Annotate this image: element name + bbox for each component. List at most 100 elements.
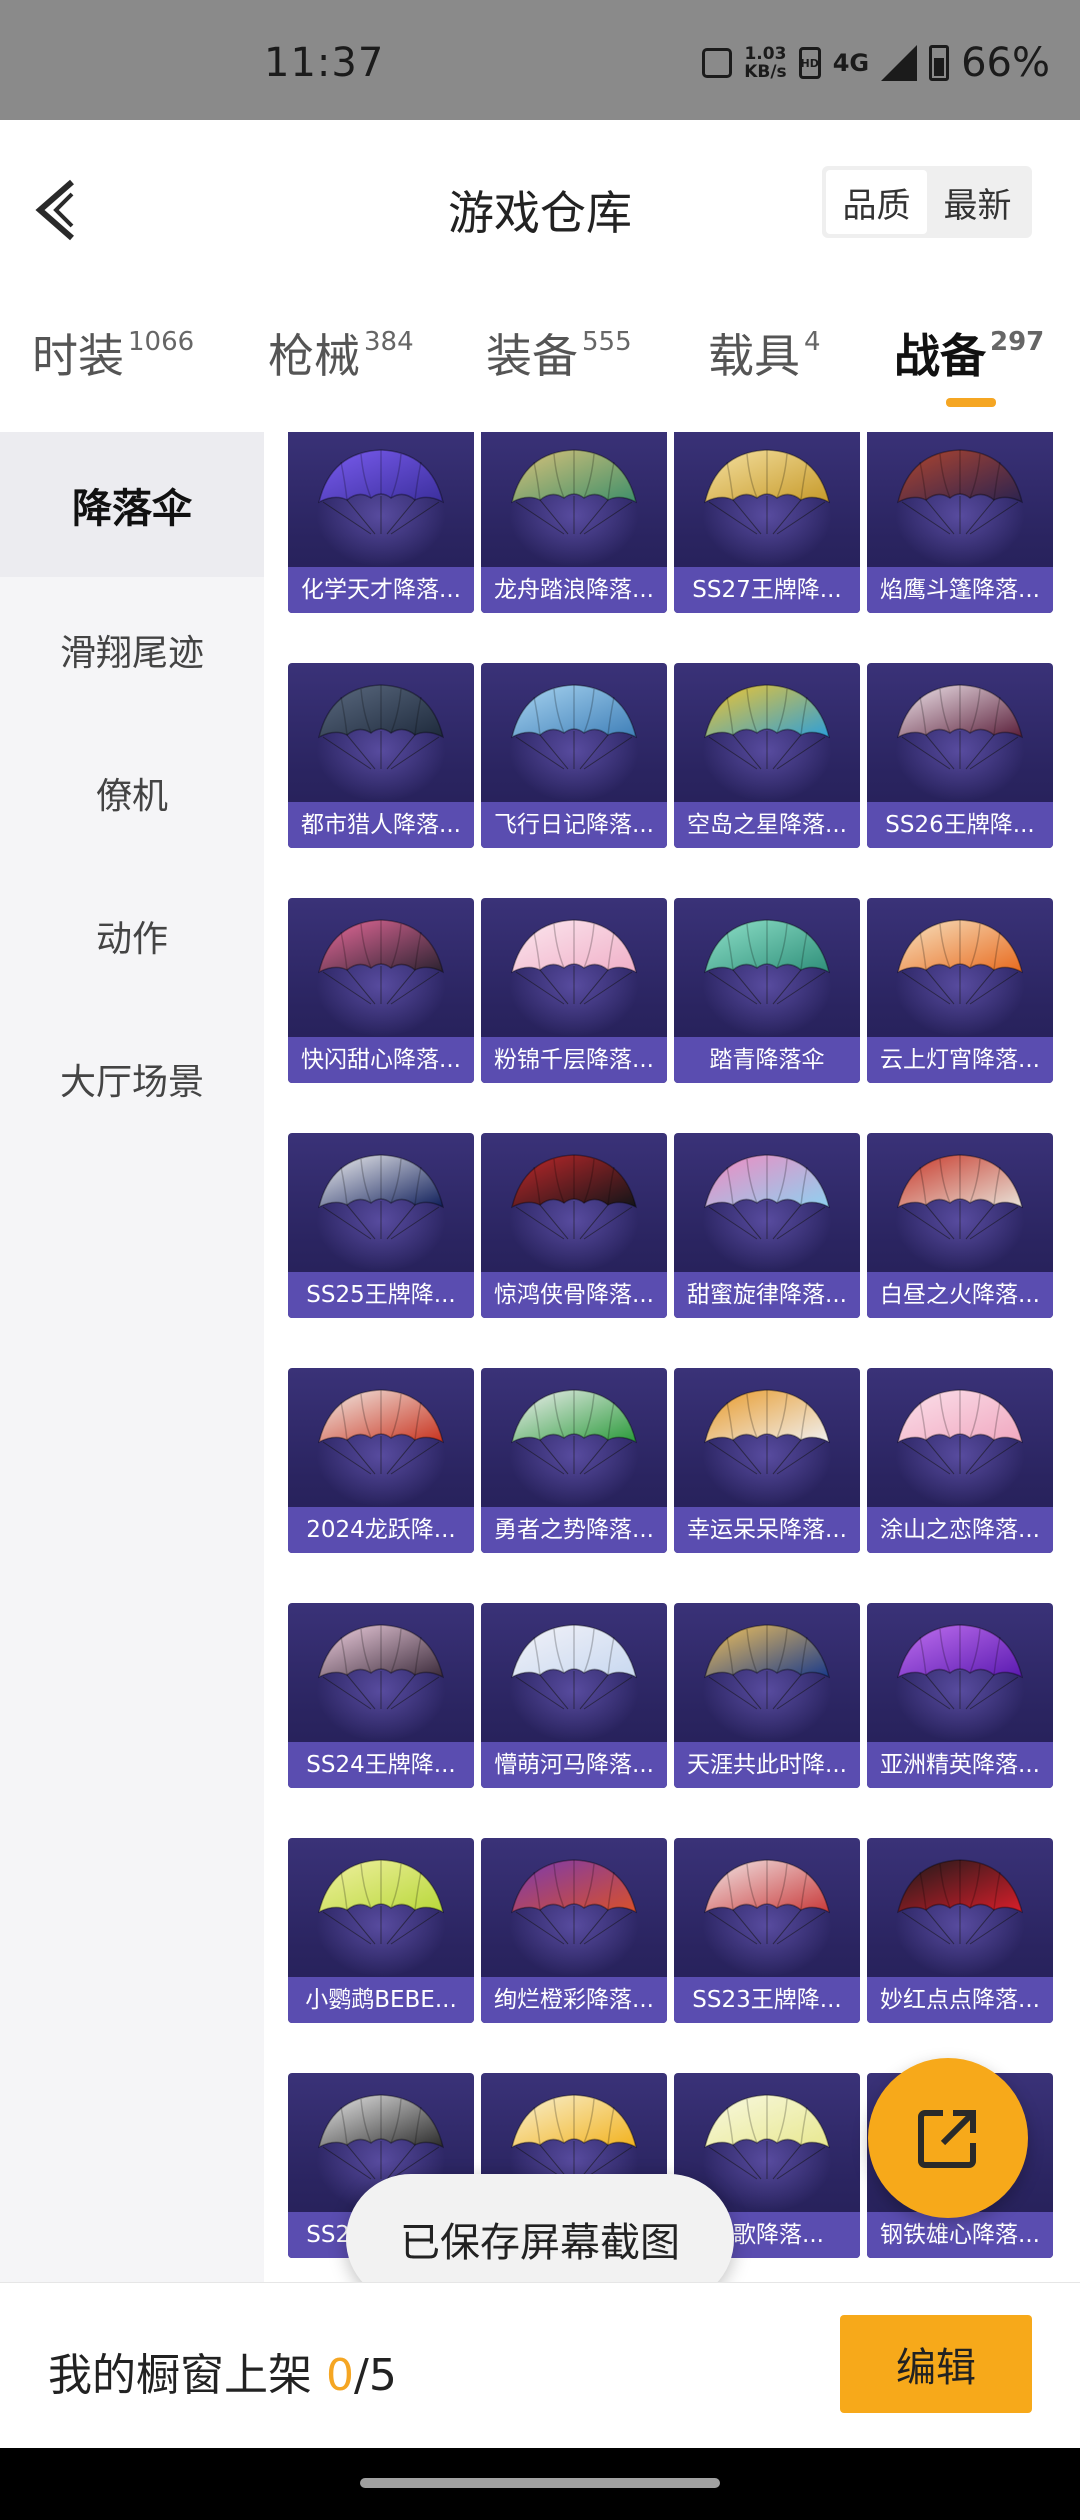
item-label: SS23王牌降... [674, 1977, 860, 2023]
item-card[interactable]: 飞行日记降落... [481, 663, 667, 848]
item-card[interactable]: 都市猎人降落... [288, 663, 474, 848]
item-label: 白昼之火降落... [867, 1272, 1053, 1318]
tab-count: 4 [804, 327, 821, 357]
tab-label: 装备 [486, 329, 578, 383]
item-label: 懵萌河马降落... [481, 1742, 667, 1788]
item-label: 龙舟踏浪降落... [481, 567, 667, 613]
item-label: 亚洲精英降落... [867, 1742, 1053, 1788]
tab-equipment[interactable]: 装备 555 [486, 320, 632, 386]
category-tabs: 时装 1066 枪械 384 装备 555 载具 4 战备 297 [0, 290, 1080, 430]
parachute-icon [510, 449, 638, 535]
net-speed: 1.03 KB/s [744, 45, 786, 81]
item-label: SS25王牌降... [288, 1272, 474, 1318]
sidebar-item-glide-trail[interactable]: 滑翔尾迹 [0, 577, 264, 722]
item-card[interactable]: 妙红点点降落... [867, 1838, 1053, 2023]
item-card[interactable]: SS27王牌降... [674, 432, 860, 613]
sidebar-item-lobby-scene[interactable]: 大厅场景 [0, 1006, 264, 1151]
item-card[interactable]: 勇者之势降落... [481, 1368, 667, 1553]
parachute-icon [510, 919, 638, 1005]
showcase-separator: / [354, 2350, 369, 2401]
item-card[interactable]: 白昼之火降落... [867, 1133, 1053, 1318]
item-label: 粉锦千层降落... [481, 1037, 667, 1083]
system-nav-bar [0, 2448, 1080, 2520]
showcase-max-count: 5 [368, 2350, 397, 2401]
item-label: 飞行日记降落... [481, 802, 667, 848]
item-card[interactable]: 化学天才降落... [288, 432, 474, 613]
item-card[interactable]: 小鹦鹉BEBE... [288, 1838, 474, 2023]
item-card[interactable]: 涂山之恋降落... [867, 1368, 1053, 1553]
parachute-icon [317, 1389, 445, 1475]
parachute-icon [896, 1389, 1024, 1475]
sort-option-newest[interactable]: 最新 [927, 170, 1028, 234]
item-card[interactable]: SS24王牌降... [288, 1603, 474, 1788]
parachute-icon [317, 919, 445, 1005]
parachute-icon [510, 1624, 638, 1710]
signal-icon [881, 45, 918, 81]
item-card[interactable]: 云上灯宵降落... [867, 898, 1053, 1083]
item-label: 妙红点点降落... [867, 1977, 1053, 2023]
tab-fashion[interactable]: 时装 1066 [32, 320, 194, 386]
item-label: 惊鸿侠骨降落... [481, 1272, 667, 1318]
item-card[interactable]: 空岛之星降落... [674, 663, 860, 848]
parachute-icon [317, 449, 445, 535]
status-icons: 1.03 KB/s HD 4G 66% [702, 40, 1050, 86]
item-label: 云上灯宵降落... [867, 1037, 1053, 1083]
home-gesture-handle[interactable] [360, 2478, 720, 2488]
item-card[interactable]: 踏青降落伞 [674, 898, 860, 1083]
sidebar-item-wingman[interactable]: 僚机 [0, 720, 264, 865]
item-card[interactable]: SS25王牌降... [288, 1133, 474, 1318]
parachute-icon [317, 684, 445, 770]
item-label: 小鹦鹉BEBE... [288, 1977, 474, 2023]
showcase-current-count: 0 [326, 2350, 354, 2401]
parachute-icon [896, 1624, 1024, 1710]
parachute-icon [317, 1624, 445, 1710]
parachute-icon [703, 919, 831, 1005]
item-card[interactable]: 龙舟踏浪降落... [481, 432, 667, 613]
parachute-icon [510, 1389, 638, 1475]
tab-label: 战备 [894, 329, 986, 383]
item-label: 涂山之恋降落... [867, 1507, 1053, 1553]
parachute-icon [510, 1859, 638, 1945]
item-card[interactable]: 绚烂橙彩降落... [481, 1838, 667, 2023]
showcase-status: 我的橱窗上架 0/5 [48, 2339, 397, 2403]
item-card[interactable]: 2024龙跃降... [288, 1368, 474, 1553]
item-card[interactable]: 甜蜜旋律降落... [674, 1133, 860, 1318]
sidebar-item-emote[interactable]: 动作 [0, 863, 264, 1008]
sidebar-item-parachute[interactable]: 降落伞 [0, 432, 264, 577]
parachute-icon [896, 684, 1024, 770]
item-card[interactable]: 粉锦千层降落... [481, 898, 667, 1083]
sort-option-quality[interactable]: 品质 [826, 170, 927, 234]
bottom-bar: 我的橱窗上架 0/5 编辑 [0, 2282, 1080, 2448]
tab-count: 555 [582, 327, 632, 357]
item-card[interactable]: 快闪甜心降落... [288, 898, 474, 1083]
battery-icon [929, 45, 950, 81]
item-label: SS24王牌降... [288, 1742, 474, 1788]
item-label: 幸运呆呆降落... [674, 1507, 860, 1553]
item-card[interactable]: 亚洲精英降落... [867, 1603, 1053, 1788]
item-card[interactable]: 懵萌河马降落... [481, 1603, 667, 1788]
item-card[interactable]: 焰鹰斗篷降落... [867, 432, 1053, 613]
share-button[interactable] [868, 2058, 1028, 2218]
edit-button[interactable]: 编辑 [840, 2315, 1032, 2413]
network-type: 4G [832, 49, 870, 77]
parachute-icon [703, 2094, 831, 2180]
item-card[interactable]: 幸运呆呆降落... [674, 1368, 860, 1553]
tab-count: 297 [990, 327, 1045, 357]
tab-guns[interactable]: 枪械 384 [268, 320, 414, 386]
header: 游戏仓库 品质 最新 [0, 120, 1080, 290]
tab-label: 枪械 [268, 329, 360, 383]
tab-vehicles[interactable]: 载具 4 [708, 320, 821, 386]
parachute-icon [317, 1154, 445, 1240]
item-card[interactable]: 惊鸿侠骨降落... [481, 1133, 667, 1318]
item-label: 甜蜜旋律降落... [674, 1272, 860, 1318]
tab-combat-gear[interactable]: 战备 297 [894, 320, 1044, 386]
item-card[interactable]: SS26王牌降... [867, 663, 1053, 848]
share-external-icon [918, 2110, 976, 2168]
item-label: 化学天才降落... [288, 567, 474, 613]
parachute-icon [703, 449, 831, 535]
status-time: 11:37 [264, 40, 385, 86]
item-label: 2024龙跃降... [288, 1507, 474, 1553]
item-grid: 化学天才降落... 龙舟踏浪降落... SS27王牌降... 焰鹰斗篷降落... 都市猎… [264, 432, 1080, 2282]
item-card[interactable]: SS23王牌降... [674, 1838, 860, 2023]
item-card[interactable]: 天涯共此时降... [674, 1603, 860, 1788]
